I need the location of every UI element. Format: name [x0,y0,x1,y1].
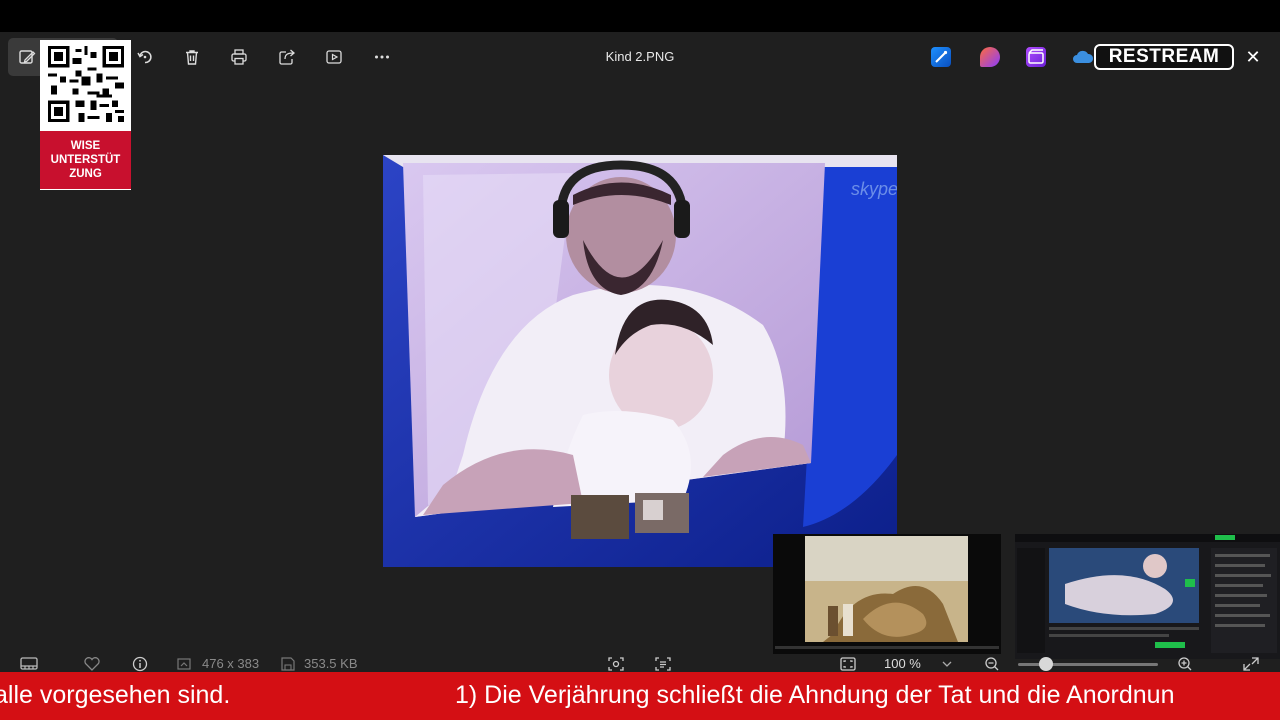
info-icon[interactable] [131,656,149,672]
share-icon[interactable] [274,44,300,70]
news-ticker: alle vorgesehen sind. 1) Die Verjährung … [0,672,1280,720]
filmstrip-icon[interactable] [20,656,38,672]
chevron-down-icon[interactable] [938,656,956,672]
zoom-out-icon[interactable] [983,656,1001,672]
restream-logo: RESTREAM [1094,44,1234,70]
trash-icon[interactable] [179,44,205,70]
pip-video-preview [773,534,1001,654]
fit-to-window-icon[interactable] [839,656,857,672]
cloud-icon [1073,50,1094,63]
ticker-text-left: alle vorgesehen sind. [0,681,231,709]
zoom-in-icon[interactable] [1176,656,1194,672]
displayed-photo: skype [383,155,897,567]
fullscreen-icon[interactable] [1242,656,1260,672]
app-icon-photos-edit[interactable] [931,47,951,67]
dimensions-icon [176,656,194,672]
rotate-icon[interactable] [132,44,158,70]
text-scan-icon[interactable] [654,656,672,672]
visual-search-icon[interactable] [607,656,625,672]
favorite-icon[interactable] [83,656,101,672]
app-icon-clipchamp[interactable] [1026,47,1046,67]
zoom-slider-thumb[interactable] [1038,657,1053,671]
file-title: Kind 2.PNG [605,49,675,64]
ticker-text-right: 1) Die Verjährung schließt die Ahndung d… [455,681,1175,709]
printer-icon[interactable] [226,44,252,70]
skype-watermark: skype [851,179,897,199]
close-icon[interactable]: ✕ [1242,46,1264,68]
file-size: 353.5 KB [304,656,358,671]
top-black-bar [0,0,1280,32]
qr-caption: WISE UNTERSTÜT ZUNG [40,131,131,189]
more-icon[interactable] [369,44,395,70]
image-dimensions: 476 x 383 [202,656,260,671]
edit-image-icon[interactable] [14,44,40,70]
zoom-level[interactable]: 100 % [884,656,921,671]
file-size-icon [279,656,297,672]
app-icon-clipchamp-design[interactable] [980,47,1000,67]
qr-code-icon [48,46,124,122]
pip-stream-dashboard [1015,534,1280,659]
play-icon[interactable] [321,44,347,70]
